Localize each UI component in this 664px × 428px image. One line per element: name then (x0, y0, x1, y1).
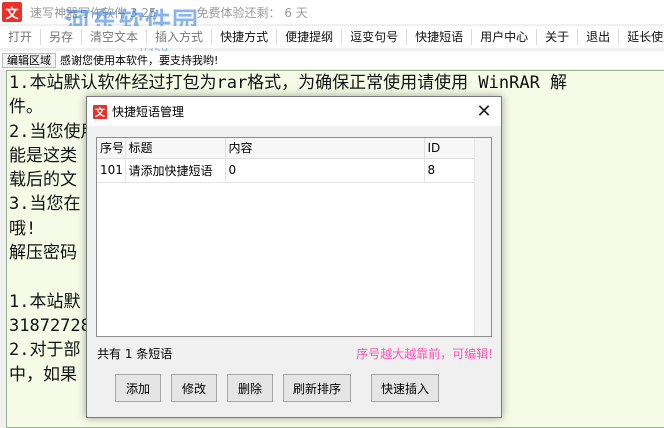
menu-quick-phrases[interactable]: 快捷短语 (407, 29, 473, 45)
app-logo-icon: 文 (2, 2, 22, 22)
app-window: 文 速写神器写作软件 3.25 免费体验还剩： 6 天 河东软件园 0359 打… (0, 0, 664, 428)
phrase-table[interactable]: 序号 标题 内容 ID 101 请添加快捷短语 0 8 (96, 137, 492, 337)
menu-about[interactable]: 关于 (537, 29, 579, 45)
edit-button[interactable]: 修改 (171, 374, 217, 402)
column-header-index[interactable]: 序号 (97, 138, 126, 159)
menu-insert-mode[interactable]: 插入方式 (147, 29, 213, 45)
dialog-title: 快捷短语管理 (112, 105, 185, 119)
table-header-row: 序号 标题 内容 ID (97, 138, 477, 159)
menu-extend-use[interactable]: 延长使用 (619, 29, 664, 45)
menu-exit[interactable]: 退出 (578, 29, 620, 45)
edit-area-label: 编辑区域 (2, 52, 56, 68)
table-scroll-gutter (474, 138, 491, 336)
quick-phrase-dialog: 文 快捷短语管理 ✕ 序号 标题 内容 ID 101 请添加快捷短语 0 8 共… (86, 96, 502, 418)
add-button[interactable]: 添加 (115, 374, 161, 402)
menu-clear[interactable]: 清空文本 (82, 29, 148, 45)
close-icon[interactable]: ✕ (467, 97, 501, 126)
editor-line: 1.本站默认软件经过打包为rar格式，为确保正常使用请使用 WinRAR 解 (9, 73, 568, 93)
cell-content[interactable]: 0 (225, 158, 425, 183)
refresh-sort-button[interactable]: 刷新排序 (283, 374, 351, 402)
cell-index[interactable]: 101 (97, 158, 126, 183)
window-title: 速写神器写作软件 3.25 (30, 5, 157, 20)
trial-remaining: 免费体验还剩： 6 天 (196, 5, 308, 20)
phrase-count: 共有 1 条短语 (97, 347, 173, 361)
dialog-title-bar: 文 快捷短语管理 ✕ (87, 97, 501, 126)
hint-bar: 编辑区域 感谢您使用本软件，要支持我哟! (0, 51, 664, 69)
menu-bar: 打开 另存 清空文本 插入方式 快捷方式 便捷提纲 逗变句号 快捷短语 用户中心… (0, 26, 664, 48)
delete-button[interactable]: 删除 (227, 374, 273, 402)
menu-save-as[interactable]: 另存 (41, 29, 83, 45)
cell-title[interactable]: 请添加快捷短语 (125, 158, 226, 183)
menu-user-center[interactable]: 用户中心 (472, 29, 538, 45)
menu-shortcut-mode[interactable]: 快捷方式 (212, 29, 278, 45)
table-row[interactable]: 101 请添加快捷短语 0 8 (97, 158, 477, 183)
column-header-content[interactable]: 内容 (225, 138, 425, 159)
column-header-title[interactable]: 标题 (125, 138, 226, 159)
sort-tip: 序号越大越靠前，可编辑! (356, 347, 493, 361)
menu-open[interactable]: 打开 (0, 29, 42, 45)
thanks-message: 感谢您使用本软件，要支持我哟! (60, 54, 219, 67)
app-logo-icon: 文 (93, 104, 107, 119)
title-bar: 文 速写神器写作软件 3.25 免费体验还剩： 6 天 (0, 0, 664, 24)
cell-id[interactable]: 8 (424, 158, 477, 183)
menu-outline[interactable]: 便捷提纲 (277, 29, 343, 45)
column-header-id[interactable]: ID (424, 138, 477, 159)
menu-comma-to-period[interactable]: 逗变句号 (342, 29, 408, 45)
quick-insert-button[interactable]: 快速插入 (371, 374, 439, 402)
